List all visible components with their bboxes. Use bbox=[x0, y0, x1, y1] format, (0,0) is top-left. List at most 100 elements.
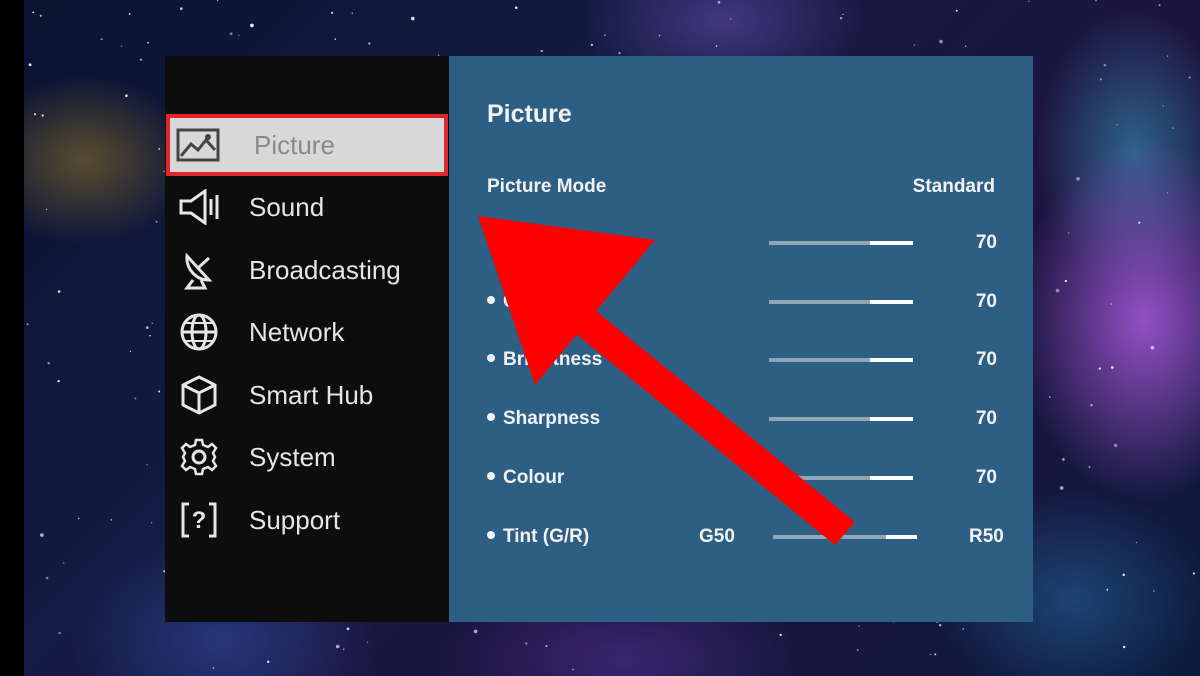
tv-settings-menu: Picture Sound Broadcasting Network Smart bbox=[165, 56, 1033, 622]
star bbox=[129, 350, 131, 352]
setting-value: 70 bbox=[975, 408, 997, 429]
sidebar-item-smart-hub[interactable]: Smart Hub bbox=[165, 367, 449, 423]
star bbox=[1113, 443, 1118, 448]
tint-slider[interactable] bbox=[773, 535, 917, 539]
sidebar-item-label: System bbox=[249, 441, 336, 472]
star bbox=[934, 653, 937, 656]
star bbox=[729, 18, 732, 20]
sidebar-item-label: Sound bbox=[249, 191, 325, 222]
star bbox=[151, 322, 153, 324]
panel-title: Picture bbox=[487, 100, 572, 128]
star bbox=[145, 326, 149, 329]
star bbox=[962, 628, 965, 630]
sidebar-item-support[interactable]: ? Support bbox=[165, 492, 449, 548]
sidebar-item-label: Support bbox=[249, 504, 341, 535]
star bbox=[1192, 572, 1195, 575]
satellite-dish-icon bbox=[177, 248, 221, 292]
star bbox=[1098, 367, 1101, 370]
star bbox=[134, 397, 137, 400]
star bbox=[1122, 573, 1125, 577]
sidebar-item-network[interactable]: Network bbox=[165, 304, 449, 360]
slider-fill bbox=[886, 535, 917, 539]
setting-label-text: Brightness bbox=[503, 349, 603, 370]
setting-row-colour[interactable]: Colour 70 bbox=[487, 463, 997, 493]
setting-row-backlight[interactable]: Backlight 70 bbox=[487, 228, 997, 258]
star bbox=[267, 660, 270, 663]
bullet-icon bbox=[487, 471, 495, 480]
setting-row-contrast[interactable]: Contrast 70 bbox=[487, 287, 997, 317]
tint-green-value: G50 bbox=[699, 526, 735, 547]
setting-row-brightness[interactable]: Brightness 70 bbox=[487, 345, 997, 375]
star bbox=[839, 16, 843, 20]
star bbox=[604, 34, 606, 37]
star bbox=[1166, 55, 1169, 57]
star bbox=[618, 52, 621, 55]
setting-slider[interactable] bbox=[769, 358, 913, 362]
star bbox=[1095, 0, 1097, 2]
star bbox=[100, 38, 103, 41]
star bbox=[779, 633, 782, 637]
bullet-icon bbox=[487, 236, 495, 245]
setting-label: Backlight bbox=[487, 228, 589, 258]
picture-mode-label[interactable]: Picture Mode bbox=[487, 176, 606, 198]
star bbox=[1076, 177, 1080, 181]
star bbox=[147, 42, 149, 44]
picture-mode-value[interactable]: Standard bbox=[913, 176, 995, 198]
sidebar-item-sound[interactable]: Sound bbox=[165, 179, 449, 235]
star bbox=[41, 114, 44, 117]
star bbox=[1055, 288, 1060, 293]
setting-slider[interactable] bbox=[769, 241, 913, 245]
star bbox=[1158, 4, 1161, 7]
star bbox=[33, 113, 37, 116]
setting-slider[interactable] bbox=[769, 417, 913, 421]
star bbox=[77, 517, 80, 520]
sidebar-item-broadcasting[interactable]: Broadcasting bbox=[165, 242, 449, 298]
setting-slider[interactable] bbox=[769, 476, 913, 480]
slider-fill bbox=[869, 417, 913, 421]
setting-value: 70 bbox=[975, 291, 997, 312]
star bbox=[139, 58, 142, 61]
setting-row-tint[interactable]: Tint (G/R) G50 R50 bbox=[487, 522, 1004, 552]
star bbox=[39, 14, 42, 17]
star bbox=[411, 16, 415, 21]
sidebar-item-system[interactable]: System bbox=[165, 429, 449, 485]
star bbox=[110, 519, 112, 521]
star bbox=[150, 522, 153, 524]
star bbox=[1138, 221, 1141, 224]
star bbox=[715, 45, 718, 47]
sidebar-item-picture[interactable]: Picture bbox=[166, 114, 448, 176]
bullet-icon bbox=[487, 530, 495, 539]
speaker-icon bbox=[177, 185, 221, 229]
star bbox=[238, 34, 240, 36]
setting-label: Colour bbox=[487, 463, 564, 493]
star bbox=[842, 13, 844, 16]
star bbox=[1123, 645, 1126, 649]
bullet-icon bbox=[487, 353, 495, 362]
setting-slider[interactable] bbox=[769, 300, 913, 304]
gear-icon bbox=[177, 435, 221, 479]
bullet-icon bbox=[487, 295, 495, 304]
star bbox=[146, 463, 148, 466]
star bbox=[1150, 346, 1155, 350]
star bbox=[57, 290, 61, 293]
star bbox=[229, 32, 233, 36]
svg-text:?: ? bbox=[192, 507, 207, 534]
star bbox=[180, 7, 183, 10]
star bbox=[1188, 76, 1191, 79]
star bbox=[1088, 466, 1091, 468]
star bbox=[149, 334, 151, 337]
star bbox=[62, 562, 65, 564]
picture-icon bbox=[176, 123, 220, 167]
star bbox=[1049, 396, 1051, 398]
star bbox=[1162, 104, 1164, 107]
setting-row-sharpness[interactable]: Sharpness 70 bbox=[487, 404, 997, 434]
star bbox=[1064, 279, 1068, 283]
star bbox=[342, 648, 345, 651]
star bbox=[158, 390, 161, 393]
star bbox=[858, 625, 860, 627]
star bbox=[1099, 78, 1103, 81]
star bbox=[1171, 127, 1174, 129]
tint-red-value: R50 bbox=[969, 526, 1004, 547]
sidebar-item-label: Picture bbox=[254, 129, 335, 160]
slider-fill bbox=[869, 476, 913, 480]
